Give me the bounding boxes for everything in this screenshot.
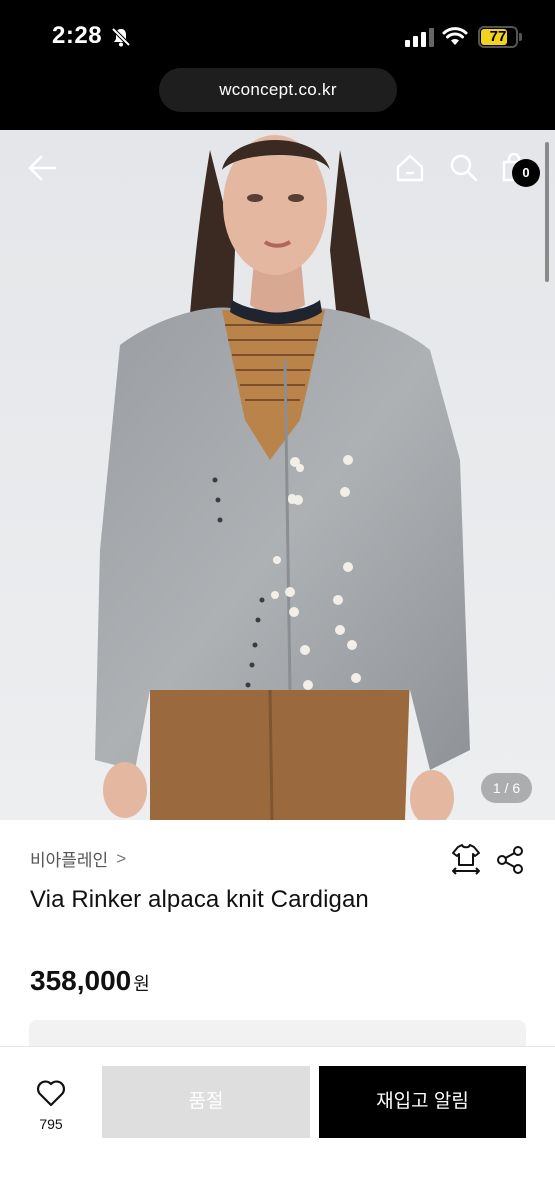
heart-icon [37, 1080, 65, 1107]
brand-name: 비아플레인 [30, 851, 109, 870]
wishlist-button[interactable]: 795 [26, 1079, 76, 1132]
chevron-right-icon: > [116, 848, 127, 868]
product-image-carousel[interactable]: 0 1 / 6 [0, 130, 555, 820]
price-value: 358,000 [30, 965, 132, 996]
bottom-action-bar: 795 품절 재입고 알림 [0, 1046, 555, 1200]
image-counter: 1 / 6 [481, 773, 532, 803]
url-bar[interactable]: wconcept.co.kr [159, 68, 397, 112]
restock-alert-button[interactable]: 재입고 알림 [319, 1066, 526, 1138]
cart-count-badge[interactable]: 0 [512, 159, 540, 187]
battery-icon: 77 [478, 26, 518, 48]
share-icon[interactable] [496, 845, 524, 880]
back-arrow-icon[interactable] [22, 148, 62, 188]
page-scrollbar[interactable] [545, 142, 549, 282]
search-icon[interactable] [444, 148, 484, 188]
status-bar: 2:28 77 wconcept.co.kr [0, 0, 555, 130]
soldout-button[interactable]: 품절 [102, 1066, 310, 1138]
wifi-icon [442, 25, 468, 52]
price-currency: 원 [133, 974, 150, 994]
home-icon[interactable] [390, 148, 430, 188]
size-fit-icon[interactable] [450, 843, 482, 880]
silent-bell-icon [110, 26, 132, 53]
status-time: 2:28 [52, 22, 103, 49]
brand-link[interactable]: 비아플레인 > [30, 846, 126, 871]
battery-cap [519, 33, 522, 41]
product-photo [0, 130, 555, 820]
product-price: 358,000 원 [30, 965, 150, 997]
battery-percent: 77 [489, 28, 507, 45]
product-name: Via Rinker alpaca knit Cardigan [30, 886, 369, 913]
wishlist-count: 795 [39, 1116, 63, 1132]
cellular-signal-icon [405, 28, 434, 47]
